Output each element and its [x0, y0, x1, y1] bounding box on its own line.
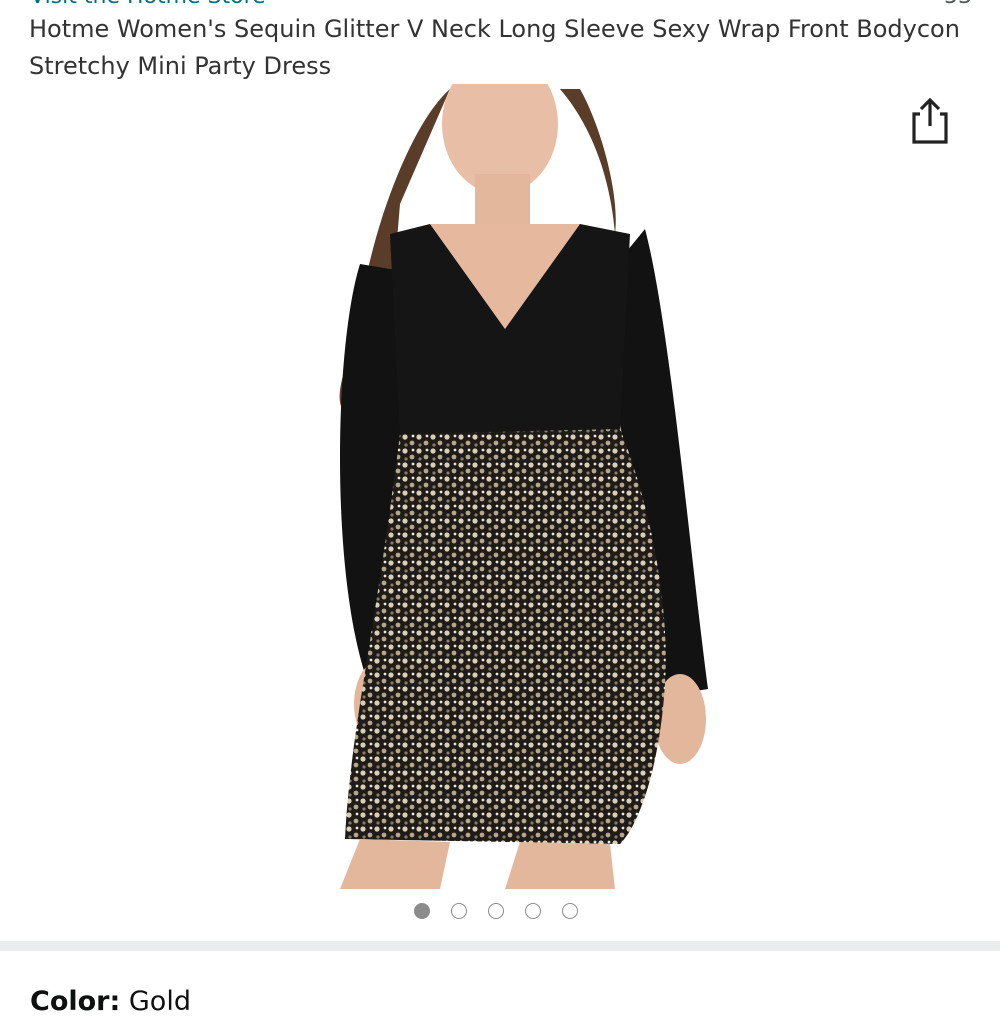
carousel-dot-5[interactable]	[562, 903, 578, 919]
product-image[interactable]	[290, 84, 730, 889]
share-button[interactable]	[910, 96, 952, 144]
share-icon	[912, 97, 948, 144]
rating-count[interactable]: 53	[944, 0, 972, 9]
color-value: Gold	[128, 986, 191, 1017]
carousel-dot-3[interactable]	[488, 903, 504, 919]
visit-store-link[interactable]: Visit the Hotme Store	[30, 0, 266, 9]
section-divider	[0, 941, 1000, 951]
image-carousel-dots	[414, 903, 578, 923]
product-title: Hotme Women's Sequin Glitter V Neck Long…	[29, 15, 960, 80]
carousel-dot-4[interactable]	[525, 903, 541, 919]
carousel-dot-2[interactable]	[451, 903, 467, 919]
carousel-dot-1[interactable]	[414, 903, 430, 919]
dress-model-illustration	[339, 84, 708, 889]
color-selector-label: Color: Gold	[30, 986, 191, 1017]
color-label: Color:	[30, 986, 121, 1017]
